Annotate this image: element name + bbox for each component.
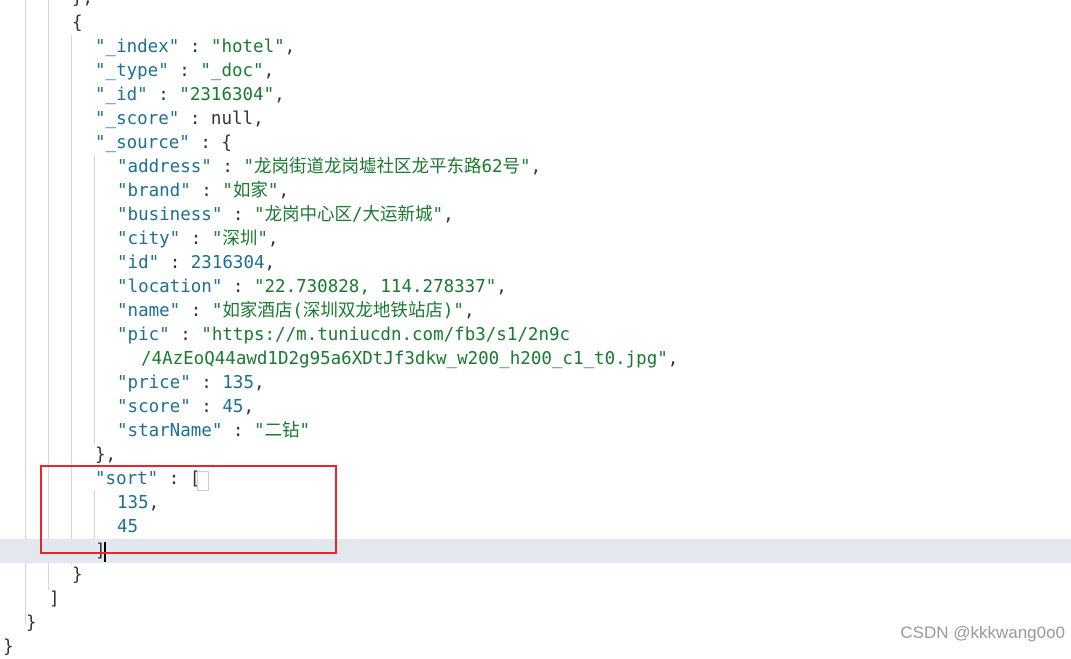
code-line: "_index" : "hotel",	[95, 37, 296, 57]
code-line: "_id" : "2316304",	[95, 85, 285, 105]
code-line: }	[3, 637, 14, 657]
indent-guide	[25, 0, 26, 625]
code-line: "business" : "龙岗中心区/大运新城",	[117, 205, 454, 225]
watermark: CSDN @kkkwang0o0	[900, 623, 1065, 642]
code-line: "price" : 135,	[117, 373, 265, 393]
code-line: ]	[49, 589, 60, 609]
code-line: },	[72, 0, 93, 10]
code-line: }	[26, 613, 37, 633]
code-line: {	[72, 13, 83, 33]
code-line: },	[95, 445, 117, 465]
code-line: "starName" : "二钻"	[117, 421, 311, 441]
code-line: "name" : "如家酒店(深圳双龙地铁站店)",	[117, 301, 475, 321]
json-viewer[interactable]: }, { "_index" : "hotel", "_type" : "_doc…	[0, 0, 1071, 657]
code-line: "city" : "深圳",	[117, 229, 279, 249]
code-line: "score" : 45,	[117, 397, 254, 417]
code-line: /4AzEoQ44awd1D2g95a6XDtJf3dkw_w200_h200_…	[141, 349, 679, 369]
code-line: "brand" : "如家",	[117, 181, 289, 201]
code-line: "location" : "22.730828, 114.278337",	[117, 277, 507, 297]
code-line: "pic" : "https://m.tuniucdn.com/fb3/s1/2…	[117, 325, 571, 345]
code-line: "id" : 2316304,	[117, 253, 276, 273]
code-line: "_source" : {	[95, 133, 232, 153]
code-line: "_score" : null,	[95, 109, 264, 129]
code-line: }	[72, 565, 83, 585]
sort-highlight-box	[40, 465, 337, 554]
code-line: "address" : "龙岗街道龙岗墟社区龙平东路62号",	[117, 157, 542, 177]
code-line: "_type" : "_doc",	[95, 61, 275, 81]
indent-guide	[94, 155, 95, 445]
